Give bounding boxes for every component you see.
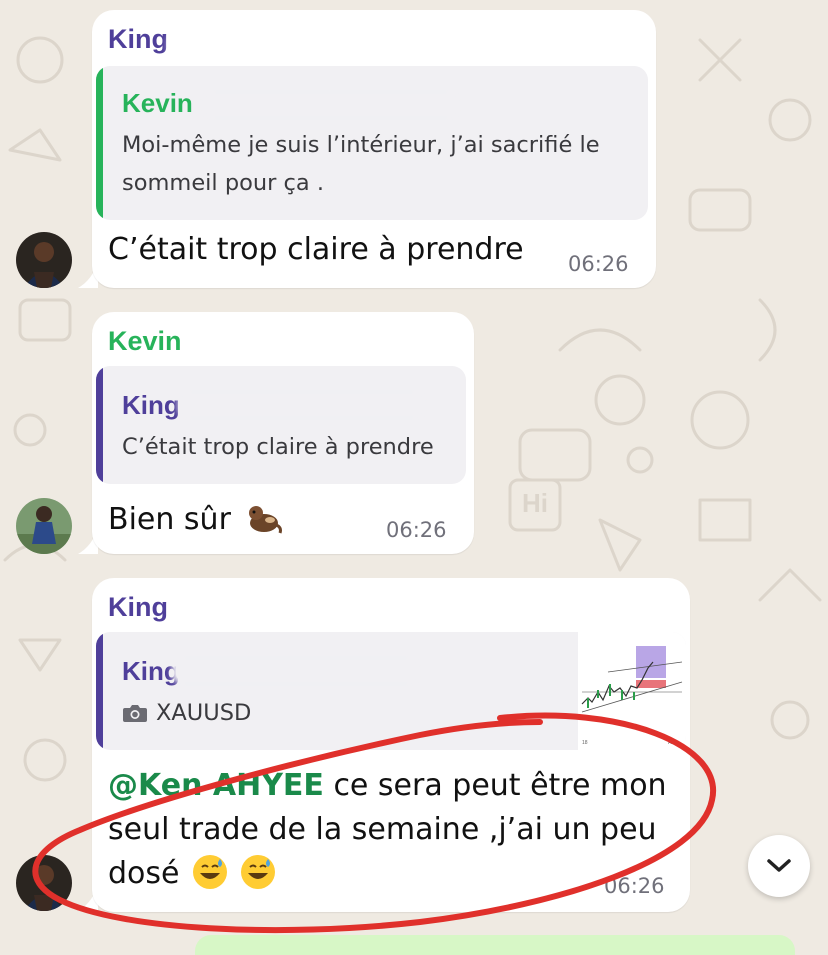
message-text-line: @Ken AHYEE ce sera peut être mon bbox=[108, 764, 667, 808]
mention-link[interactable]: @Ken AHYEE bbox=[108, 768, 324, 803]
redaction bbox=[172, 36, 352, 54]
message-bubble[interactable]: King King XAUUSD 18 AA @Ken AHYEE ce ser… bbox=[92, 578, 690, 912]
message-text-line: seul trade de la semaine ,j’ai un peu bbox=[108, 812, 657, 847]
message-bubble[interactable]: King Kevin Moi-même je suis l’intérieur,… bbox=[92, 10, 656, 288]
message-text-content: Bien sûr bbox=[108, 502, 231, 537]
sender-name: King bbox=[108, 592, 168, 622]
redaction bbox=[182, 396, 422, 414]
quoted-message[interactable]: Kevin Moi-même je suis l’intérieur, j’ai… bbox=[96, 66, 648, 220]
quoted-message[interactable]: King C’était trop claire à prendre bbox=[96, 366, 466, 484]
message-text-content: ce sera peut être mon bbox=[323, 768, 667, 803]
message-text: Bien sûr bbox=[108, 498, 283, 542]
avatar[interactable] bbox=[16, 498, 72, 554]
avatar[interactable] bbox=[16, 232, 72, 288]
quote-bar bbox=[96, 632, 103, 750]
svg-text:Hi: Hi bbox=[522, 488, 548, 518]
quote-sender-name: King bbox=[122, 656, 180, 686]
message-bubble[interactable]: Kevin King C’était trop claire à prendre… bbox=[92, 312, 474, 554]
sweat-smile-emoji-icon bbox=[240, 855, 275, 889]
svg-text:AA: AA bbox=[668, 740, 675, 746]
attachment-label: XAUUSD bbox=[156, 700, 252, 726]
message-time: 06:26 bbox=[604, 874, 665, 898]
message-time: 06:26 bbox=[568, 252, 629, 276]
chart-thumbnail[interactable]: 18 AA bbox=[578, 632, 686, 750]
camera-icon bbox=[123, 705, 147, 722]
avatar-photo bbox=[16, 498, 72, 554]
message-text-line: dosé bbox=[108, 852, 275, 896]
quote-bar bbox=[96, 66, 103, 220]
quote-bar bbox=[96, 366, 103, 484]
message-text: C’était trop claire à prendre bbox=[108, 232, 524, 267]
quote-text-line: sommeil pour ça . bbox=[122, 170, 324, 196]
avatar-photo bbox=[16, 855, 72, 911]
svg-text:18: 18 bbox=[582, 740, 588, 746]
scroll-down-button[interactable] bbox=[748, 835, 810, 897]
sender-name: Kevin bbox=[108, 326, 182, 356]
quote-text-line: C’était trop claire à prendre bbox=[122, 434, 434, 460]
message-time: 06:26 bbox=[386, 518, 447, 542]
quote-sender-name: Kevin bbox=[122, 88, 193, 118]
sender-name: King bbox=[108, 24, 168, 54]
redaction bbox=[178, 604, 358, 622]
otter-emoji-icon bbox=[249, 506, 283, 534]
message-text-content: dosé bbox=[108, 856, 180, 891]
quote-text-line: Moi-même je suis l’intérieur, j’ai sacri… bbox=[122, 132, 600, 158]
redaction bbox=[176, 662, 416, 680]
avatar[interactable] bbox=[16, 855, 72, 911]
quote-sender-name: King bbox=[122, 390, 180, 420]
outgoing-bubble-edge bbox=[195, 935, 795, 955]
avatar-photo bbox=[16, 232, 72, 288]
sweat-smile-emoji-icon bbox=[193, 855, 228, 889]
redaction bbox=[206, 96, 456, 114]
redaction bbox=[190, 338, 420, 356]
chevron-down-icon bbox=[767, 859, 791, 872]
quoted-message[interactable]: King XAUUSD 18 AA bbox=[96, 632, 686, 750]
